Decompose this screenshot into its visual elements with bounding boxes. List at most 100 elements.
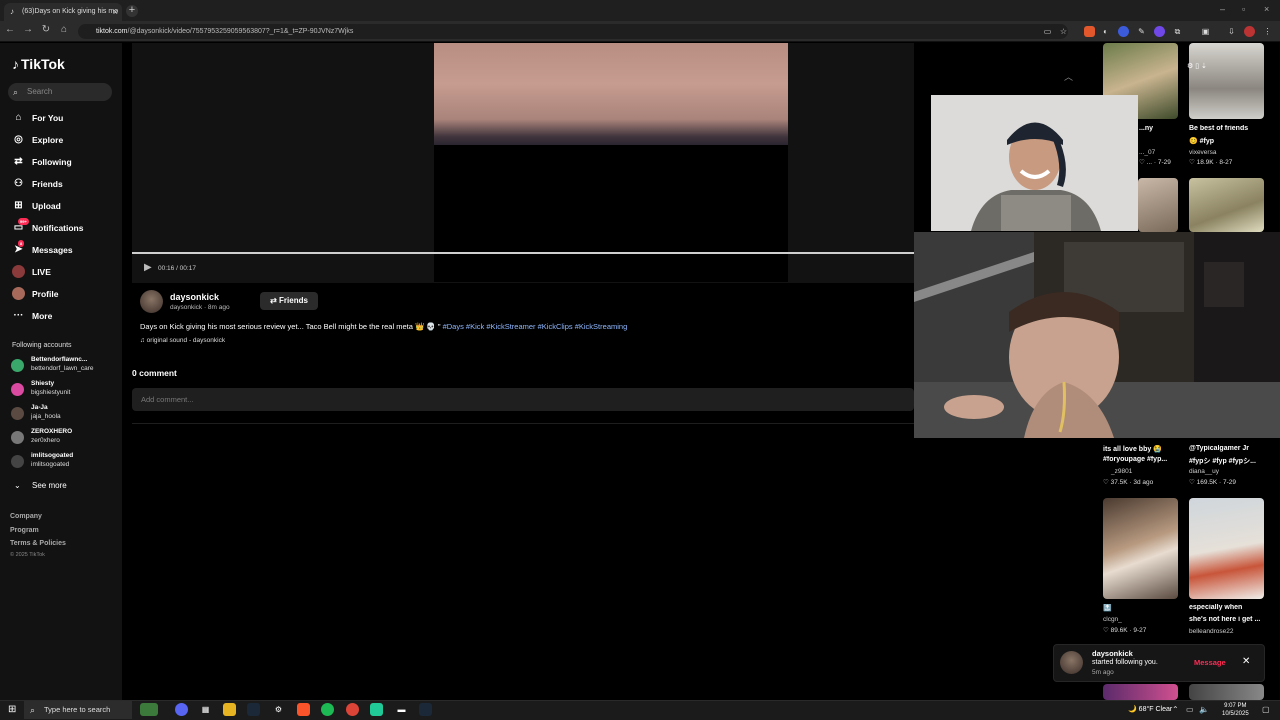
nav-profile[interactable]: Profile (12, 287, 58, 301)
nav-upload[interactable]: ⊞ Upload (12, 199, 61, 213)
url-field[interactable]: tiktok.com/@daysonkick/video/75579532590… (78, 24, 1068, 39)
nav-live[interactable]: LIVE (12, 265, 51, 279)
toast-time: 5m ago (1092, 669, 1114, 676)
app-icon[interactable]: ▦ (199, 703, 212, 716)
app-icon[interactable]: ▬ (395, 703, 408, 716)
toast-message: started following you. (1092, 659, 1158, 666)
browser-tab[interactable]: ♪ (63)Days on Kick giving his mo × (4, 3, 122, 21)
weather-widget[interactable]: 🌙 68°F Clear (1128, 705, 1172, 713)
back-icon[interactable]: ← (4, 24, 16, 35)
browser-tab-bar (0, 0, 1280, 21)
toast-message-button[interactable]: Message (1194, 658, 1226, 667)
extension-icon[interactable] (1118, 26, 1129, 37)
spotify-icon[interactable] (321, 703, 334, 716)
nav-label: Explore (32, 135, 64, 145)
divider (132, 423, 914, 424)
extension-icon[interactable] (1154, 26, 1165, 37)
sidepanel-icon[interactable]: ▣ (1200, 26, 1211, 37)
tray-chevron-icon[interactable]: ⌃ (1172, 705, 1179, 714)
video-thumbnail[interactable] (1103, 684, 1178, 700)
file-explorer-icon[interactable] (223, 703, 236, 716)
video-thumbnail[interactable] (1189, 498, 1264, 599)
settings-icon[interactable]: ⚙ (272, 703, 285, 716)
nav-label: Following (32, 157, 72, 167)
install-icon[interactable]: ▭ (1042, 26, 1053, 37)
url-path: /@daysonkick/video/7557953259059563807?_… (127, 28, 354, 35)
steam-icon[interactable] (247, 703, 260, 716)
maximize-icon[interactable]: ▫ (1242, 4, 1245, 14)
close-icon[interactable]: ✕ (1242, 656, 1250, 667)
caption-text: Days on Kick giving his most serious rev… (140, 322, 441, 331)
webcam-room-image (914, 232, 1280, 438)
home-icon[interactable]: ⌂ (58, 24, 70, 35)
tiktok-logo[interactable]: ♪ TikTok (12, 56, 65, 72)
video-thumbnail[interactable] (1189, 43, 1264, 119)
comment-input[interactable]: Add comment... (132, 388, 914, 411)
nav-label: LIVE (32, 267, 51, 277)
chrome-icon[interactable] (346, 703, 359, 716)
video-frame[interactable] (434, 43, 788, 145)
toast-username[interactable]: daysonkick (1092, 649, 1133, 658)
network-icon[interactable]: ▭ (1186, 705, 1194, 714)
compass-icon: ◎ (14, 134, 23, 145)
thumb-stats: ♡ 37.5K · 3d ago (1103, 479, 1154, 486)
thumb-caption-2: she's not here i get ... (1189, 616, 1261, 623)
nav-notifications[interactable]: ▭ 99+ Notifications (12, 218, 83, 235)
bookmark-star-icon[interactable]: ☆ (1058, 26, 1069, 37)
browser-menu-icon[interactable]: ⋮ (1262, 26, 1273, 37)
video-thumbnail[interactable] (1189, 178, 1264, 232)
extensions-puzzle-icon[interactable]: ⧉ (1172, 26, 1183, 37)
profile-avatar-icon[interactable] (1244, 26, 1255, 37)
forward-icon[interactable]: → (22, 24, 34, 35)
play-icon[interactable]: ▶ (144, 262, 152, 273)
video-thumbnail[interactable] (1138, 178, 1178, 232)
footer-company-link[interactable]: Company (10, 513, 42, 520)
toast-avatar[interactable] (1060, 651, 1083, 674)
taskbar-search[interactable]: ⌕ Type here to search (24, 701, 132, 719)
video-thumbnail[interactable] (1189, 684, 1264, 700)
window-close-icon[interactable]: × (1264, 4, 1269, 14)
footer-terms-link[interactable]: Terms & Policies (10, 540, 66, 547)
steam-icon[interactable] (419, 703, 432, 716)
notification-center-icon[interactable]: ▢ (1262, 705, 1270, 714)
see-more-button[interactable]: ⌄ See more (14, 481, 67, 490)
brave-icon[interactable] (297, 703, 310, 716)
friends-icon: ⚇ (14, 178, 23, 189)
extension-icon[interactable]: ✎ (1136, 26, 1147, 37)
thumbnail-controls[interactable]: ⚙ ▯ ⇣ (1187, 62, 1207, 70)
windows-start-icon[interactable]: ⊞ (8, 704, 16, 715)
minimize-icon[interactable]: – (1220, 4, 1225, 14)
video-thumbnail[interactable] (1103, 498, 1178, 599)
reload-icon[interactable]: ↻ (40, 24, 52, 35)
task-view-icon[interactable] (140, 703, 158, 716)
nav-more[interactable]: ··· More (12, 309, 53, 323)
thumb-user: vixeversa (1189, 149, 1217, 156)
volume-icon[interactable]: 🔈 (1199, 705, 1209, 714)
discord-icon[interactable] (175, 703, 188, 716)
sound-link[interactable]: ♫ original sound - daysonkick (140, 337, 225, 344)
taskbar-clock[interactable]: 9:07 PM 10/5/2025 (1222, 702, 1249, 718)
close-tab-icon[interactable]: × (113, 3, 118, 21)
nav-following[interactable]: ⇄ Following (12, 155, 72, 169)
thumb-caption: 🔝 (1103, 605, 1112, 612)
weather-text: 68°F Clear (1138, 706, 1173, 713)
nav-messages[interactable]: ➤ 8 Messages (12, 240, 73, 257)
thumb-user: diana__uy (1189, 468, 1219, 475)
new-tab-button[interactable]: + (126, 5, 138, 17)
nav-for-you[interactable]: ⌂ For You (12, 111, 63, 125)
author-name[interactable]: daysonkick (170, 292, 219, 302)
extension-icon[interactable]: ◐ (1100, 26, 1111, 37)
footer-program-link[interactable]: Program (10, 527, 39, 534)
app-icon[interactable] (370, 703, 383, 716)
friends-button[interactable]: ⇄ Friends (260, 292, 318, 310)
avatar (11, 359, 24, 372)
extension-icon[interactable] (1084, 26, 1095, 37)
author-avatar[interactable] (140, 290, 163, 313)
chevron-up-icon[interactable]: ︿ (1064, 70, 1073, 83)
download-icon[interactable]: ⇩ (1226, 26, 1237, 37)
live-icon (12, 265, 25, 278)
caption-hashtags[interactable]: #Days #Kick #KickStreamer #KickClips #Ki… (443, 322, 628, 331)
nav-friends[interactable]: ⚇ Friends (12, 177, 63, 191)
nav-explore[interactable]: ◎ Explore (12, 133, 63, 147)
search-input[interactable]: ⌕ Search (8, 83, 112, 101)
